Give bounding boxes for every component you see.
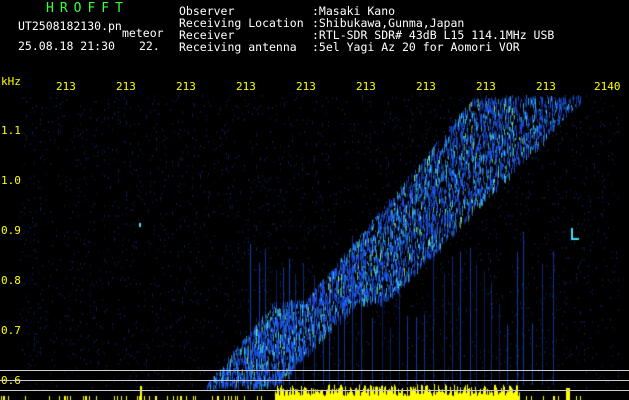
antenna-value: :5el Yagi Az 20 for Aomori VOR <box>312 40 520 54</box>
x-tick-label: 213 <box>56 80 76 93</box>
y-axis-unit: kHz <box>1 75 21 88</box>
filename-label: UT2508182130.pn <box>18 19 122 33</box>
x-tick-label: 213 <box>356 80 376 93</box>
x-tick-label: 213 <box>416 80 436 93</box>
spectrogram-canvas <box>0 0 629 400</box>
reference-line <box>0 380 629 381</box>
datetime-label: 25.08.18 21:30 <box>18 39 115 53</box>
x-tick-label: 213 <box>176 80 196 93</box>
x-tick-label: 213 <box>116 80 136 93</box>
x-tick-label: 213 <box>476 80 496 93</box>
y-tick-label: 1.1 <box>1 124 21 137</box>
x-tick-label: 213 <box>536 80 556 93</box>
y-tick-label: 0.7 <box>1 324 21 337</box>
x-tick-label: 213 <box>236 80 256 93</box>
antenna-label: Receiving antenna <box>179 40 297 54</box>
x-tick-label: 2140 <box>594 80 621 93</box>
reference-line <box>0 390 629 391</box>
y-tick-label: 0.9 <box>1 224 21 237</box>
reference-line <box>0 370 629 371</box>
x-tick-label: 213 <box>296 80 316 93</box>
time-tail-label: 22. <box>139 39 160 53</box>
y-tick-label: 1.0 <box>1 174 21 187</box>
y-tick-label: 0.8 <box>1 274 21 287</box>
mode-label: meteor <box>122 26 164 40</box>
app-logo: HROFFT <box>46 1 129 16</box>
